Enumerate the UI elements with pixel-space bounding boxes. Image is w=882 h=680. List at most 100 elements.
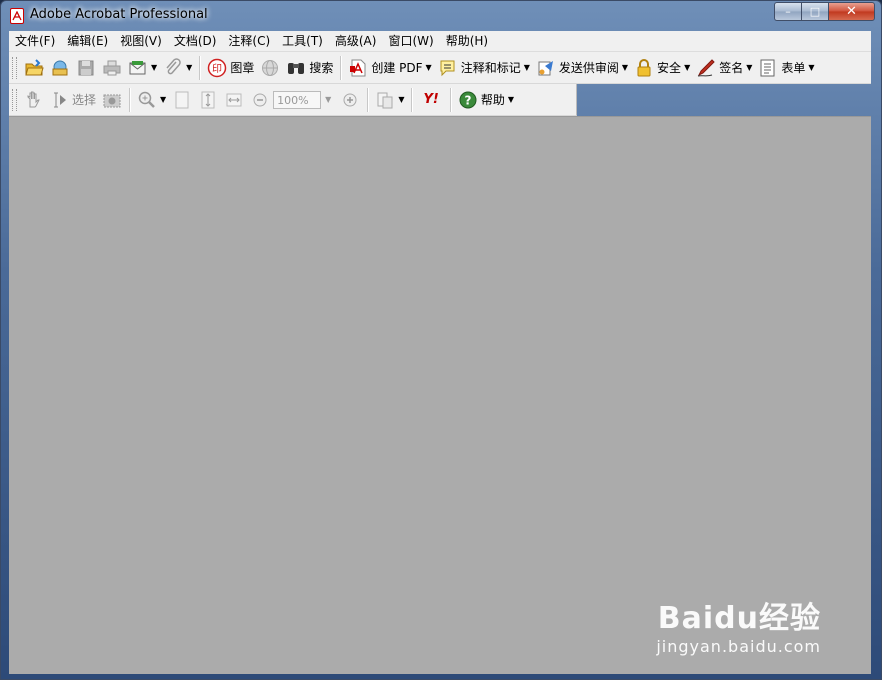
menu-edit[interactable]: 编辑(E) (61, 31, 114, 51)
yahoo-icon: Y! (423, 92, 439, 107)
toolbar-grip[interactable] (12, 88, 17, 111)
chevron-down-icon: ▼ (425, 63, 432, 72)
watermark-url: jingyan.baidu.com (656, 637, 821, 656)
chevron-down-icon: ▼ (160, 95, 167, 104)
actual-size-button[interactable] (169, 87, 195, 113)
stamp-label: 图章 (230, 61, 255, 75)
menu-comments[interactable]: 注释(C) (222, 31, 276, 51)
toolbar-separator (449, 87, 451, 112)
zoom-out-icon (250, 90, 270, 110)
globe-icon (260, 58, 280, 78)
organizer-icon (50, 58, 70, 78)
printer-icon (102, 58, 122, 78)
open-folder-icon (24, 58, 44, 78)
toolbar-separator (411, 87, 413, 112)
svg-text:?: ? (464, 93, 471, 107)
menu-file[interactable]: 文件(F) (9, 31, 61, 51)
create-pdf-icon (348, 58, 368, 78)
hand-icon (24, 90, 44, 110)
web-button[interactable] (257, 55, 283, 81)
print-button[interactable] (99, 55, 125, 81)
fit-page-icon (198, 90, 218, 110)
menu-tools[interactable]: 工具(T) (276, 31, 329, 51)
minimize-button[interactable]: – (774, 2, 801, 21)
select-tool-button[interactable]: 选择 (47, 87, 99, 113)
page-icon (172, 90, 192, 110)
chevron-down-icon: ▼ (151, 63, 158, 72)
zoom-in-button[interactable] (337, 87, 363, 113)
chevron-down-icon: ▼ (746, 63, 753, 72)
security-button[interactable]: 安全 ▼ (631, 55, 693, 81)
window-controls: – □ ✕ (774, 2, 875, 21)
zoom-in-icon (340, 90, 360, 110)
rotate-page-icon (375, 90, 395, 110)
forms-label: 表单 (781, 61, 806, 75)
magnifier-icon (137, 90, 157, 110)
stamp-button[interactable]: 印 图章 (204, 55, 257, 81)
comment-note-icon (438, 58, 458, 78)
main-toolbar: ▼ ▼ 印 图章 搜索 创建 PDF ▼ 注释和标记 ▼ 发送供审阅 ▼ 安全 … (9, 52, 871, 84)
help-label: 帮助 (480, 93, 505, 107)
send-for-review-label: 发送供审阅 (558, 61, 619, 75)
chevron-down-icon: ▼ (507, 95, 514, 104)
chevron-down-icon: ▼ (808, 63, 815, 72)
help-button[interactable]: ? 帮助 ▼ (455, 87, 517, 113)
maximize-icon: □ (809, 5, 821, 18)
send-review-icon (536, 58, 556, 78)
security-label: 安全 (657, 61, 682, 75)
toolbar-grip[interactable] (12, 56, 17, 79)
zoom-out-button[interactable] (247, 87, 273, 113)
menu-help[interactable]: 帮助(H) (440, 31, 494, 51)
send-for-review-button[interactable]: 发送供审阅 ▼ (533, 55, 631, 81)
sign-button[interactable]: 签名 ▼ (693, 55, 755, 81)
toolbar-separator (129, 87, 131, 112)
comment-markup-label: 注释和标记 (460, 61, 521, 75)
menu-view[interactable]: 视图(V) (114, 31, 168, 51)
close-icon: ✕ (846, 4, 857, 19)
open-button[interactable] (21, 55, 47, 81)
menu-advanced[interactable]: 高级(A) (329, 31, 383, 51)
attach-button[interactable]: ▼ (160, 55, 195, 81)
forms-button[interactable]: 表单 ▼ (755, 55, 817, 81)
zoom-in-tool-button[interactable]: ▼ (134, 87, 169, 113)
minimize-icon: – (785, 5, 791, 18)
app-window: Adobe Acrobat Professional – □ ✕ 文件(F) 编… (0, 0, 882, 680)
fit-width-button[interactable] (221, 87, 247, 113)
close-button[interactable]: ✕ (828, 2, 875, 21)
menu-document[interactable]: 文档(D) (168, 31, 223, 51)
menu-window[interactable]: 窗口(W) (382, 31, 439, 51)
snapshot-button[interactable] (99, 87, 125, 113)
paperclip-icon (163, 57, 183, 78)
form-icon (758, 58, 778, 78)
zoom-level-input[interactable]: 100% (273, 90, 322, 109)
text-select-icon (50, 90, 70, 110)
yahoo-button[interactable]: Y! (416, 87, 445, 113)
window-title: Adobe Acrobat Professional (30, 7, 208, 22)
email-button[interactable]: ▼ (125, 55, 160, 81)
watermark-brand: Baidu经验 (657, 601, 821, 636)
toolbar-separator (340, 55, 342, 80)
email-icon (128, 58, 148, 78)
rotate-button[interactable]: ▼ (372, 87, 407, 113)
stamp-icon: 印 (207, 58, 227, 78)
acrobat-logo-icon (10, 8, 24, 24)
pen-icon (696, 58, 716, 78)
search-label: 搜索 (309, 61, 334, 75)
zoom-dropdown-icon[interactable]: ▼ (325, 95, 331, 104)
create-pdf-label: 创建 PDF (371, 61, 423, 75)
save-button[interactable] (73, 55, 99, 81)
toolbar-separator (367, 87, 369, 112)
hand-tool-button[interactable] (21, 87, 47, 113)
comment-markup-button[interactable]: 注释和标记 ▼ (435, 55, 533, 81)
fit-width-icon (224, 90, 244, 110)
organizer-button[interactable] (47, 55, 73, 81)
fit-page-button[interactable] (195, 87, 221, 113)
create-pdf-button[interactable]: 创建 PDF ▼ (345, 55, 434, 81)
menu-bar: 文件(F) 编辑(E) 视图(V) 文档(D) 注释(C) 工具(T) 高级(A… (9, 31, 871, 52)
chevron-down-icon: ▼ (186, 63, 193, 72)
document-workspace[interactable]: Baidu经验 jingyan.baidu.com (9, 116, 871, 674)
search-button[interactable]: 搜索 (283, 55, 336, 81)
title-bar[interactable]: Adobe Acrobat Professional – □ ✕ (1, 1, 881, 31)
maximize-button[interactable]: □ (801, 2, 828, 21)
camera-icon (102, 90, 122, 110)
